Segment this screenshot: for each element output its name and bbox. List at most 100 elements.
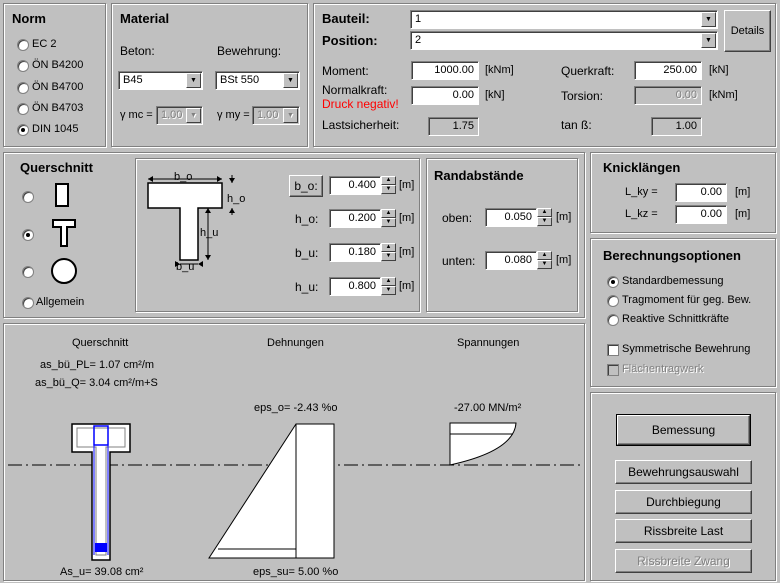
randabstaende-title: Randabstände [434,168,524,183]
chevron-down-icon[interactable]: ▼ [701,12,716,27]
radio-rectangle[interactable] [22,191,34,203]
radio-onb4700[interactable] [17,82,29,94]
bo-button[interactable]: b_o: [289,175,323,197]
spannungen-head: Spannungen [457,337,520,349]
knicklaengen-title: Knicklängen [603,160,681,175]
ho-spinner[interactable]: ▲ ▼ [381,209,396,228]
spin-down-icon[interactable]: ▼ [537,260,552,269]
symmetrisch-checkbox[interactable] [607,344,619,356]
as-bu-q: as_bü_Q= 3.04 cm²/m+S [35,377,158,389]
radio-onb4200[interactable] [17,60,29,72]
position-label: Position: [322,33,378,48]
radio-circle[interactable] [22,266,34,278]
rissbreite-last-button[interactable]: Rissbreite Last [615,519,752,543]
radio-allgemein[interactable] [22,297,34,309]
spin-up-icon[interactable]: ▲ [381,243,396,252]
oben-input[interactable]: 0.050 [485,208,537,227]
position-select[interactable]: 2 ▼ [410,31,718,50]
bewehrung-value: BSt 550 [220,74,260,86]
rectangle-section-icon[interactable] [55,183,69,207]
radio-tragmoment[interactable] [607,295,619,307]
bewehrung-label: Bewehrung: [217,44,282,58]
durchbiegung-button[interactable]: Durchbiegung [615,490,752,514]
spin-up-icon[interactable]: ▲ [381,277,396,286]
t-section-icon[interactable] [52,219,76,247]
tanb-value: 1.00 [651,117,702,136]
norm-option-label: EC 2 [32,38,57,50]
hu-spinner[interactable]: ▲ ▼ [381,277,396,296]
rissbreite-zwang-button: Rissbreite Zwang [615,549,752,573]
spin-down-icon[interactable]: ▼ [537,217,552,226]
bo-input[interactable]: 0.400 [329,176,381,195]
as-bu-pl: as_bü_PL= 1.07 cm²/m [40,359,155,371]
reaktive-label: Reaktive Schnittkräfte [622,313,729,325]
bu-input[interactable]: 0.180 [329,243,381,262]
hu-label: h_u: [295,280,319,294]
chevron-down-icon: ▼ [186,108,201,123]
beton-select[interactable]: B45 ▼ [118,71,203,90]
spin-up-icon[interactable]: ▲ [381,209,396,218]
radio-reaktive[interactable] [607,314,619,326]
sketch-label-hu: h_u [200,227,219,239]
querkraft-input[interactable]: 250.00 [634,61,702,80]
spin-down-icon[interactable]: ▼ [381,185,396,194]
lkz-unit: [m] [735,208,751,220]
chevron-down-icon[interactable]: ▼ [186,73,201,88]
bemessung-button[interactable]: Bemessung [616,414,751,446]
radio-t-section[interactable] [22,229,34,241]
beton-value: B45 [123,74,143,86]
normalkraft-input[interactable]: 0.00 [411,86,479,105]
gamma-my-label: γ my = [217,109,250,121]
unten-input[interactable]: 0.080 [485,251,537,270]
sketch-label-bu: b_u [176,261,195,273]
bu-spinner[interactable]: ▲ ▼ [381,243,396,262]
unten-unit: [m] [556,254,572,266]
gamma-mc-value: 1.00 [161,109,183,121]
lkz-label: L_kz = [625,208,658,220]
gamma-mc-select: 1.00 ▼ [156,106,203,125]
lkz-input[interactable]: 0.00 [675,205,727,224]
radio-standardbemessung[interactable] [607,276,619,288]
lky-input[interactable]: 0.00 [675,183,727,202]
symmetrisch-label: Symmetrische Bewehrung [622,343,751,355]
unten-spinner[interactable]: ▲ ▼ [537,251,552,270]
bo-spinner[interactable]: ▲ ▼ [381,176,396,195]
bauteil-select[interactable]: 1 ▼ [410,10,718,29]
norm-option-label: ÖN B4200 [32,59,84,71]
spin-down-icon[interactable]: ▼ [381,252,396,261]
bu-label: b_u: [295,246,319,260]
norm-option-label: ÖN B4703 [32,102,84,114]
details-button[interactable]: Details [724,10,771,52]
spin-down-icon[interactable]: ▼ [381,286,396,295]
torsion-unit: [kNm] [709,89,738,101]
spin-up-icon[interactable]: ▲ [537,251,552,260]
as-u-label: As_u= 39.08 cm² [60,566,144,578]
ho-input[interactable]: 0.200 [329,209,381,228]
norm-title: Norm [12,11,46,26]
chevron-down-icon[interactable]: ▼ [701,33,716,48]
chevron-down-icon[interactable]: ▼ [283,73,298,88]
bewehrungsauswahl-button[interactable]: Bewehrungsauswahl [615,460,752,484]
moment-label: Moment: [322,64,369,78]
bo-unit: [m] [399,179,415,191]
spin-up-icon[interactable]: ▲ [537,208,552,217]
eps-su-label: eps_su= 5.00 %o [253,566,339,578]
querkraft-label: Querkraft: [561,64,615,78]
ho-label: h_o: [295,212,319,226]
beton-label: Beton: [120,44,155,58]
radio-onb4703[interactable] [17,103,29,115]
sketch-label-bo: b_o [174,171,193,183]
circle-section-icon[interactable] [51,258,77,284]
spin-down-icon[interactable]: ▼ [381,218,396,227]
spin-up-icon[interactable]: ▲ [381,176,396,185]
radio-ec2[interactable] [17,39,29,51]
moment-input[interactable]: 1000.00 [411,61,479,80]
bottom-reinforcement [95,543,107,552]
gamma-mc-label: γ mc = [120,109,153,121]
ho-unit: [m] [399,212,415,224]
radio-din1045[interactable] [17,124,29,136]
hu-input[interactable]: 0.800 [329,277,381,296]
bewehrung-select[interactable]: BSt 550 ▼ [215,71,300,90]
oben-spinner[interactable]: ▲ ▼ [537,208,552,227]
allgemein-label: Allgemein [36,296,85,308]
